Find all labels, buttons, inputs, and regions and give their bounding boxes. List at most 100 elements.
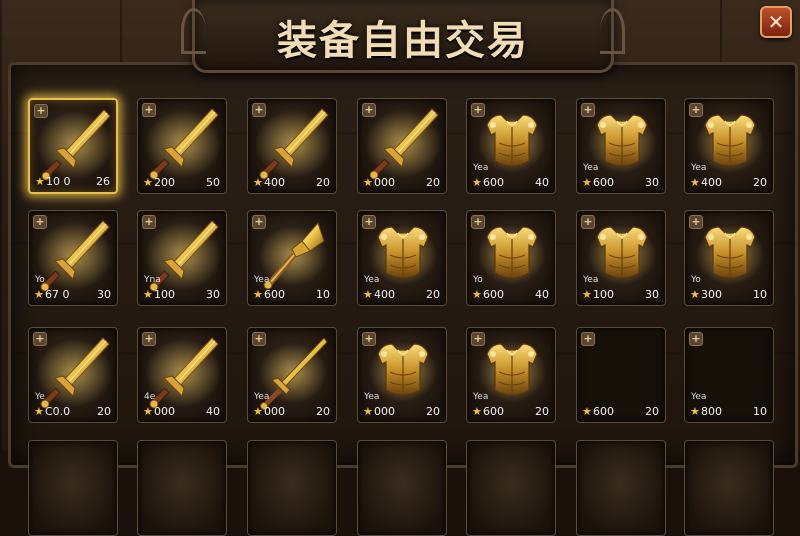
item-count: 10	[316, 288, 330, 301]
item-tag: Yea	[473, 163, 489, 173]
plus-icon[interactable]: +	[252, 332, 266, 346]
item-tag: Yea	[583, 275, 599, 285]
item-price: 000	[374, 405, 395, 418]
item-slot-empty[interactable]: + ★ 600 20	[576, 327, 666, 423]
plus-icon[interactable]: +	[581, 215, 595, 229]
plus-icon[interactable]: +	[581, 332, 595, 346]
item-tag: Yea	[254, 275, 270, 285]
item-count: 50	[206, 176, 220, 189]
item-count: 20	[753, 176, 767, 189]
item-count: 40	[206, 405, 220, 418]
star-icon: ★	[472, 176, 482, 189]
star-icon: ★	[253, 405, 263, 418]
item-slot-partial[interactable]	[137, 440, 227, 536]
plus-icon[interactable]: +	[689, 215, 703, 229]
plus-icon[interactable]: +	[581, 103, 595, 117]
item-slot-mace[interactable]: + Yea ★ 600 10	[247, 210, 337, 306]
star-icon: ★	[363, 405, 373, 418]
item-slot-empty[interactable]: + Yea ★ 800 10	[684, 327, 774, 423]
item-price: 600	[483, 405, 504, 418]
item-slot-armor[interactable]: + Yea ★ 400 20	[357, 210, 447, 306]
item-count: 30	[645, 288, 659, 301]
item-slot-partial[interactable]	[357, 440, 447, 536]
star-icon: ★	[143, 288, 153, 301]
item-price: 000	[264, 405, 285, 418]
item-slot-partial[interactable]	[466, 440, 556, 536]
star-icon: ★	[363, 288, 373, 301]
item-slot-longsword[interactable]: + Yea ★ 000 20	[247, 327, 337, 423]
item-slot-sword[interactable]: + Ye ★ C0.0 20	[28, 327, 118, 423]
star-icon: ★	[143, 176, 153, 189]
plus-icon[interactable]: +	[362, 332, 376, 346]
plus-icon[interactable]: +	[471, 215, 485, 229]
item-slot-sword[interactable]: + ★ 000 20	[357, 98, 447, 194]
item-tag: Yea	[691, 392, 707, 402]
star-icon: ★	[690, 288, 700, 301]
item-slot-partial[interactable]	[684, 440, 774, 536]
item-count: 20	[645, 405, 659, 418]
item-price: 400	[701, 176, 722, 189]
plus-icon[interactable]: +	[142, 332, 156, 346]
item-slot-sword[interactable]: + ★ 400 20	[247, 98, 337, 194]
item-tag: Yo	[473, 275, 483, 285]
item-price: 600	[483, 176, 504, 189]
plus-icon[interactable]: +	[362, 103, 376, 117]
item-slot-armor[interactable]: + Yea ★ 400 20	[684, 98, 774, 194]
item-price: 100	[593, 288, 614, 301]
plus-icon[interactable]: +	[252, 215, 266, 229]
item-slot-armor[interactable]: + Yea ★ 000 20	[357, 327, 447, 423]
item-price: 10 0	[46, 175, 71, 188]
item-tag: 4e	[144, 392, 156, 402]
plus-icon[interactable]: +	[689, 103, 703, 117]
item-slot-sword[interactable]: + ★ 10 0 26	[28, 98, 118, 194]
star-icon: ★	[690, 405, 700, 418]
plus-icon[interactable]: +	[471, 103, 485, 117]
item-tag: Yea	[691, 163, 707, 173]
item-slot-sword[interactable]: + ★ 200 50	[137, 98, 227, 194]
star-icon: ★	[690, 176, 700, 189]
star-icon: ★	[582, 176, 592, 189]
item-price: C0.0	[45, 405, 71, 418]
item-slot-partial[interactable]	[247, 440, 337, 536]
item-slot-sword[interactable]: + Yo ★ 67 0 30	[28, 210, 118, 306]
plus-icon[interactable]: +	[33, 215, 47, 229]
plus-icon[interactable]: +	[34, 104, 48, 118]
item-tag: Yea	[473, 392, 489, 402]
item-tag: Yo	[35, 275, 45, 285]
plus-icon[interactable]: +	[252, 103, 266, 117]
item-slot-armor[interactable]: + Yea ★ 100 30	[576, 210, 666, 306]
item-slot-armor[interactable]: + Yo ★ 600 40	[466, 210, 556, 306]
item-slot-sword[interactable]: + 4e ★ 000 40	[137, 327, 227, 423]
item-tag: Yo	[691, 275, 701, 285]
plus-icon[interactable]: +	[362, 215, 376, 229]
item-price: 300	[701, 288, 722, 301]
item-tag: Yea	[583, 163, 599, 173]
star-icon: ★	[582, 405, 592, 418]
item-tag: Yea	[364, 392, 380, 402]
item-slot-armor[interactable]: + Yea ★ 600 30	[576, 98, 666, 194]
item-slot-partial[interactable]	[28, 440, 118, 536]
plus-icon[interactable]: +	[689, 332, 703, 346]
item-price: 800	[701, 405, 722, 418]
item-slot-partial[interactable]	[576, 440, 666, 536]
item-price: 600	[593, 405, 614, 418]
item-slot-armor[interactable]: + Yea ★ 600 40	[466, 98, 556, 194]
item-grid: + ★ 10 0 26 + ★ 200 50 + ★ 400 20 + ★ 00…	[0, 0, 800, 536]
item-count: 26	[96, 175, 110, 188]
star-icon: ★	[35, 175, 45, 188]
item-count: 20	[426, 405, 440, 418]
item-price: 600	[483, 288, 504, 301]
plus-icon[interactable]: +	[33, 332, 47, 346]
plus-icon[interactable]: +	[471, 332, 485, 346]
plus-icon[interactable]: +	[142, 215, 156, 229]
star-icon: ★	[472, 405, 482, 418]
item-slot-armor[interactable]: + Yo ★ 300 10	[684, 210, 774, 306]
plus-icon[interactable]: +	[142, 103, 156, 117]
item-tag: Yna	[144, 275, 161, 285]
item-count: 20	[316, 405, 330, 418]
item-tag: Yea	[364, 275, 380, 285]
item-count: 10	[753, 405, 767, 418]
item-slot-sword[interactable]: + Yna ★ 100 30	[137, 210, 227, 306]
item-count: 20	[97, 405, 111, 418]
item-slot-armor[interactable]: + Yea ★ 600 20	[466, 327, 556, 423]
